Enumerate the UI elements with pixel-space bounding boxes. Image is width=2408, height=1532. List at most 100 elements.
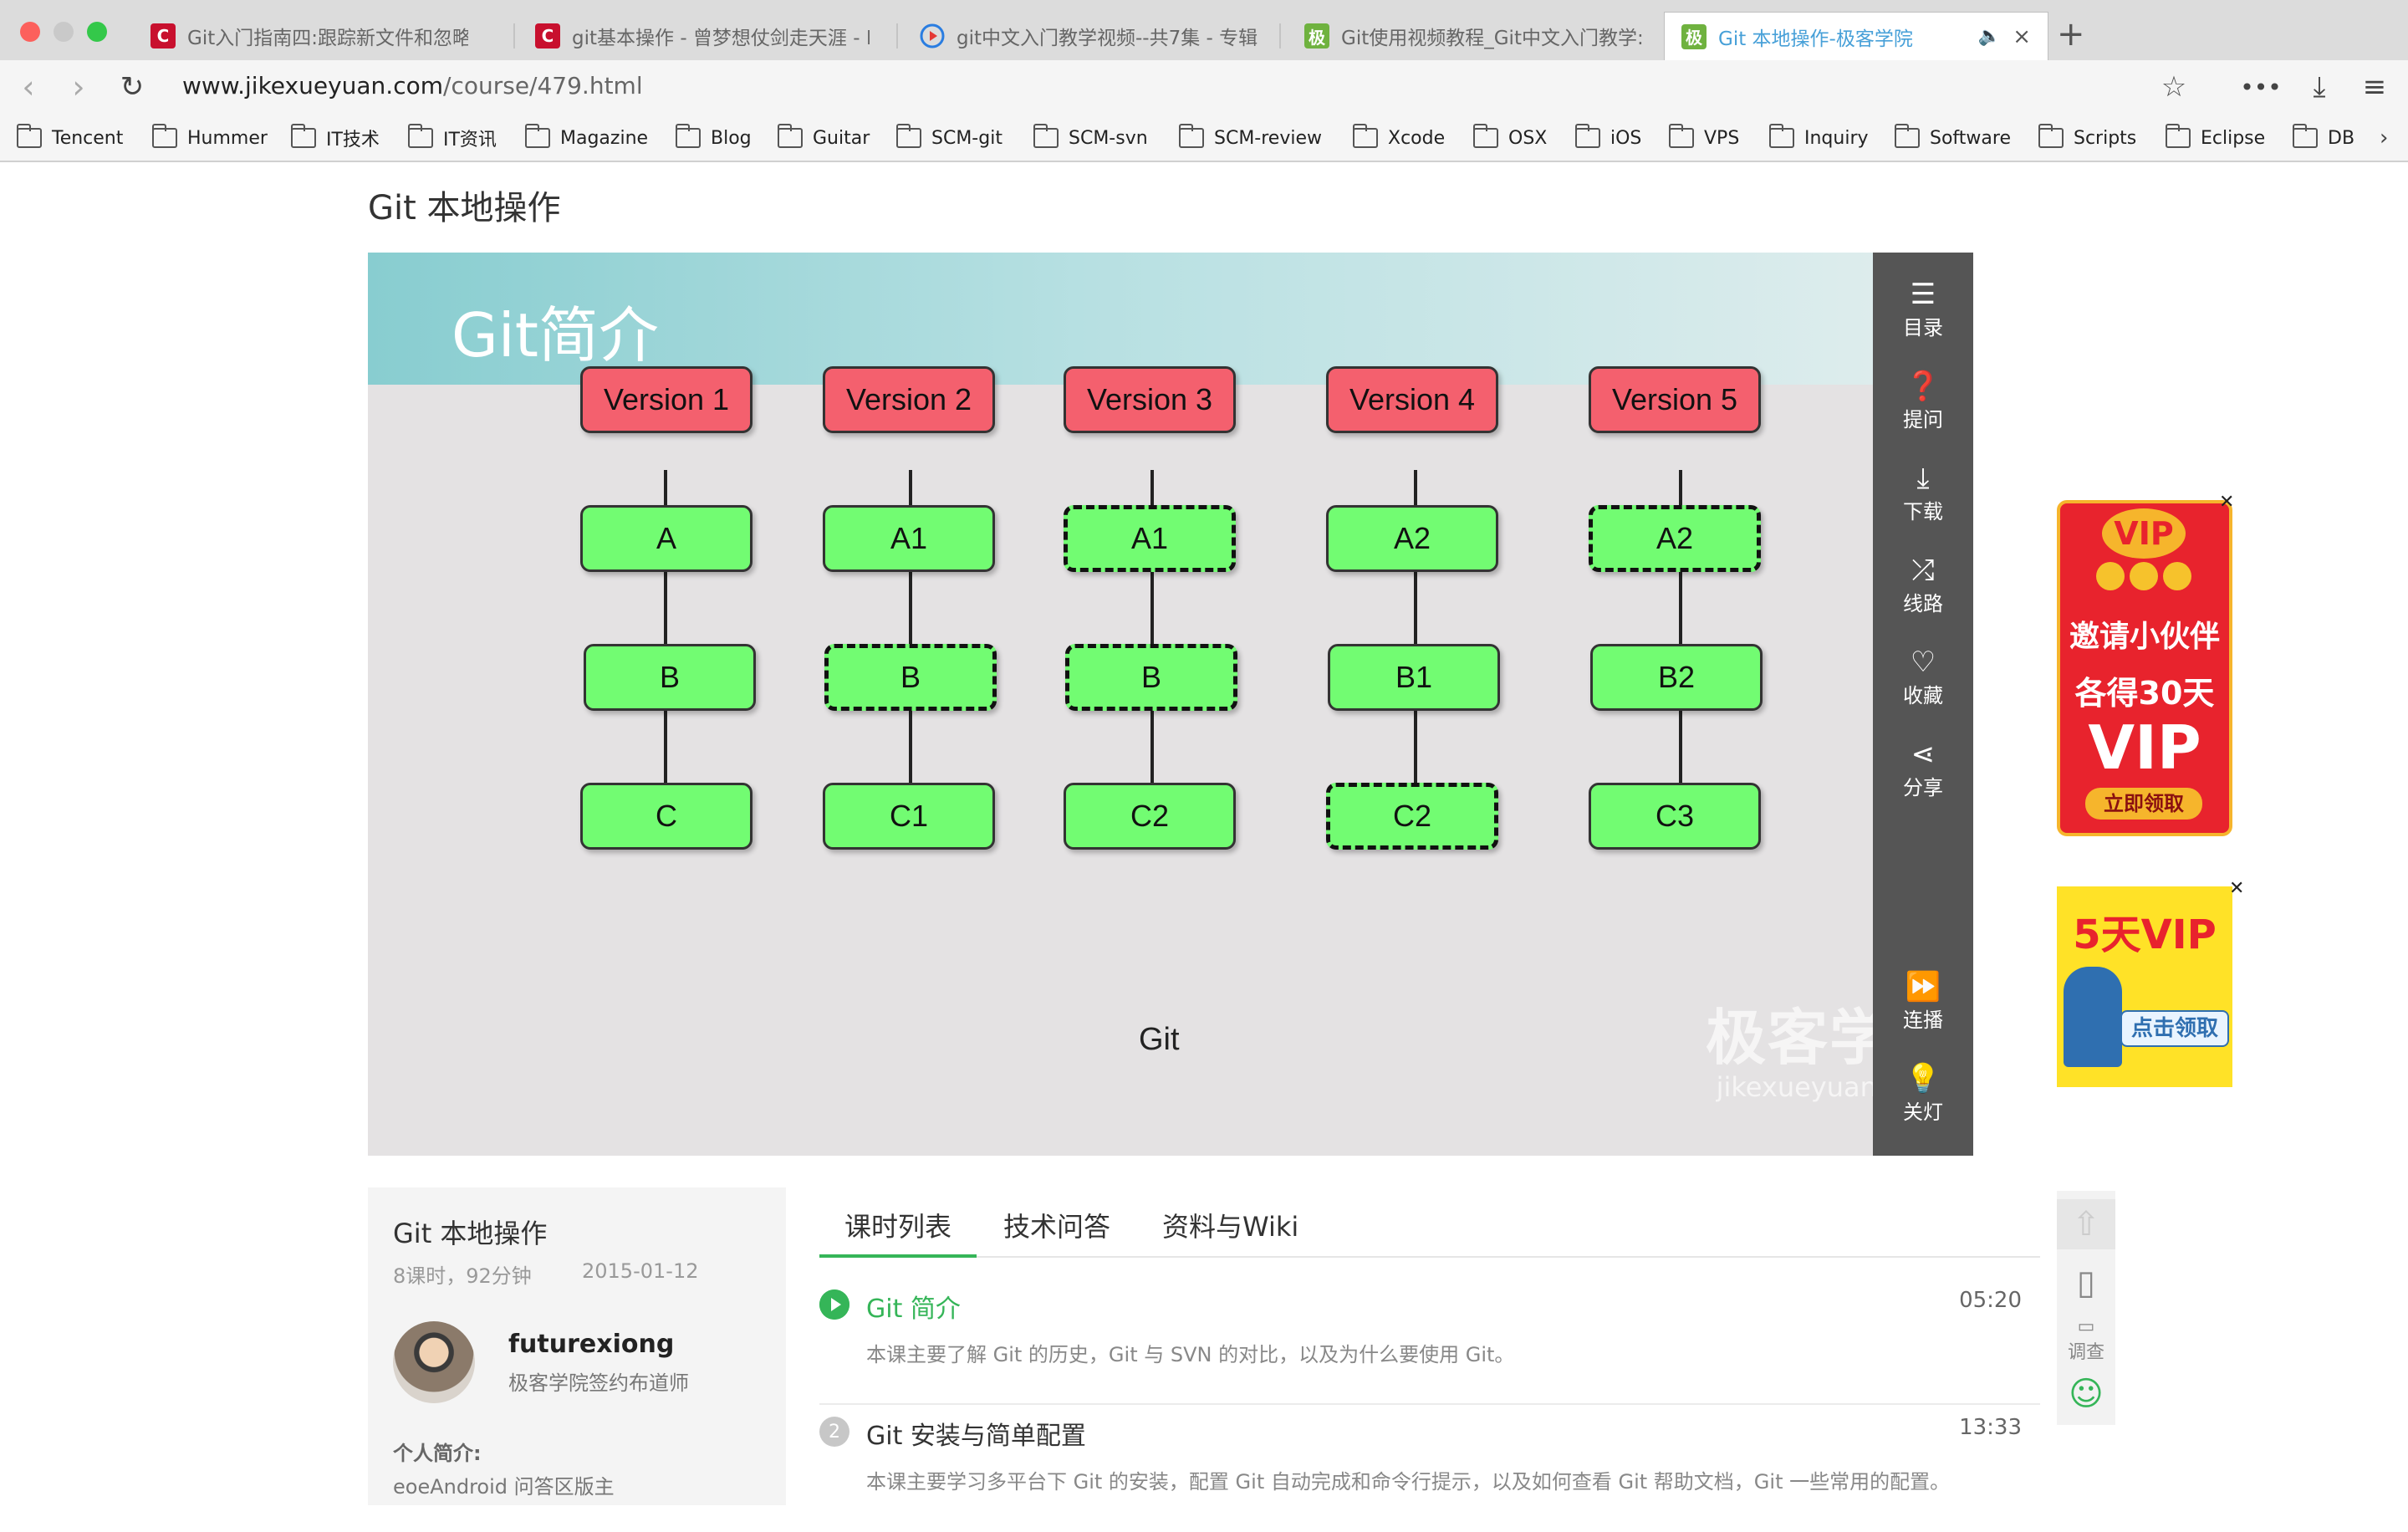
file-node-unchanged: C2	[1326, 783, 1498, 850]
browser-tab-active[interactable]: 极 Git 本地操作-极客学院 🔈 ×	[1664, 12, 2048, 60]
lesson-item[interactable]: Git 简介 05:20 本课主要了解 Git 的历史，Git 与 SVN 的对…	[819, 1279, 2040, 1405]
share-button[interactable]: ⋖ 分享	[1873, 738, 1973, 800]
version-2-box: Version 2	[823, 366, 995, 433]
catalog-button[interactable]: ☰ 目录	[1873, 278, 1973, 340]
bookmark-folder[interactable]: SCM-svn	[1033, 124, 1148, 151]
claim-button[interactable]: 立即领取	[2085, 788, 2202, 820]
bookmark-folder[interactable]: Software	[1895, 124, 2011, 151]
heart-icon: ♡	[1910, 646, 1936, 679]
lesson-description: 本课主要了解 Git 的历史，Git 与 SVN 的对比，以及为什么要使用 Gi…	[866, 1343, 1515, 1366]
bookmark-folder[interactable]: VPS	[1669, 124, 1739, 151]
jikexueyuan-icon: 极	[1681, 23, 1707, 49]
lights-off-button[interactable]: 💡 关灯	[1873, 1062, 1973, 1125]
browser-tab[interactable]: C git基本操作 - 曾梦想仗剑走天涯 - I	[518, 12, 886, 60]
play-icon	[819, 1289, 849, 1320]
lesson-description: 本课主要学习多平台下 Git 的安装，配置 Git 自动完成和命令行提示，以及如…	[866, 1470, 1951, 1494]
folder-icon	[1895, 124, 1920, 148]
lesson-item[interactable]: 2 Git 安装与简单配置 13:33 本课主要学习多平台下 Git 的安装，配…	[819, 1407, 2040, 1532]
lesson-title[interactable]: Git 简介	[866, 1288, 961, 1325]
route-button[interactable]: ⤮ 线路	[1873, 554, 1973, 616]
chevron-right-icon[interactable]: ›	[2380, 125, 2388, 151]
browser-tab[interactable]: git中文入门教学视频--共7集 - 专辑	[903, 12, 1288, 60]
five-day-vip-ad[interactable]: 5天VIP 点击领取	[2057, 886, 2232, 1087]
avatar[interactable]	[393, 1321, 475, 1403]
close-ad-icon[interactable]: ✕	[2219, 492, 2234, 513]
smile-icon[interactable]: ☺	[2057, 1375, 2115, 1413]
version-5-box: Version 5	[1589, 366, 1761, 433]
bookmark-folder[interactable]: IT技术	[291, 124, 380, 151]
autoplay-button[interactable]: ⏩ 连播	[1873, 970, 1973, 1033]
ask-button[interactable]: ❓ 提问	[1873, 370, 1973, 432]
bookmark-folder[interactable]: Guitar	[778, 124, 870, 151]
folder-icon	[1575, 124, 1600, 148]
download-video-button[interactable]: ⤓ 下载	[1873, 462, 1973, 524]
browser-tab[interactable]: 极 Git使用视频教程_Git中文入门教学:	[1288, 12, 1664, 60]
lesson-duration: 05:20	[1959, 1288, 2022, 1313]
bookmark-folder[interactable]: Xcode	[1353, 124, 1445, 151]
bookmark-folder[interactable]: DB	[2293, 124, 2354, 151]
folder-icon	[778, 124, 803, 148]
folder-icon	[1769, 124, 1794, 148]
share-icon: ⋖	[1911, 738, 1936, 771]
url-field[interactable]: www.jikexueyuan.com/course/479.html	[182, 72, 643, 100]
file-node: B2	[1590, 644, 1763, 711]
tab-wiki[interactable]: 资料与Wiki	[1137, 1206, 1324, 1258]
favorite-button[interactable]: ♡ 收藏	[1873, 646, 1973, 708]
star-icon[interactable]: ☆	[2154, 67, 2194, 107]
folder-icon	[1033, 124, 1059, 148]
video-play-icon	[920, 23, 945, 49]
question-icon: ❓	[1905, 370, 1941, 403]
file-node: B	[584, 644, 756, 711]
bookmark-folder[interactable]: iOS	[1575, 124, 1641, 151]
folder-icon	[1473, 124, 1498, 148]
back-button[interactable]: ‹	[8, 67, 48, 107]
back-to-top-icon[interactable]: ⇧	[2057, 1199, 2115, 1249]
survey-button[interactable]: ▭ 调查	[2057, 1316, 2115, 1364]
course-tabs: 课时列表 技术问答 资料与Wiki	[819, 1187, 2040, 1258]
bio-label: 个人简介:	[393, 1442, 482, 1465]
player-side-toolbar: ☰ 目录 ❓ 提问 ⤓ 下载 ⤮ 线路 ♡ 收藏 ⋖ 分享 ⏩ 连播 💡 关灯	[1873, 253, 1973, 1156]
bookmark-folder[interactable]: Scripts	[2038, 124, 2136, 151]
reload-icon[interactable]: ↻	[112, 67, 152, 107]
close-window-button[interactable]	[20, 22, 40, 42]
bookmark-folder[interactable]: OSX	[1473, 124, 1547, 151]
file-node: A1	[823, 505, 995, 572]
tab-lessons[interactable]: 课时列表	[819, 1206, 977, 1258]
speaker-icon[interactable]: 🔈	[1978, 26, 2001, 47]
bookmark-folder[interactable]: SCM-git	[896, 124, 1002, 151]
browser-tab[interactable]: C Git入门指南四:跟踪新文件和忽略某	[134, 12, 485, 60]
bookmark-folder[interactable]: Magazine	[525, 124, 648, 151]
bookmark-folder[interactable]: Hummer	[152, 124, 268, 151]
teacher-name[interactable]: futurexiong	[508, 1330, 674, 1359]
bookmark-folder[interactable]: IT资讯	[408, 124, 497, 151]
download-icon[interactable]: ⤓	[2299, 67, 2339, 107]
chat-icon: ▭	[2077, 1316, 2095, 1337]
folder-icon	[676, 124, 701, 148]
close-tab-icon[interactable]: ×	[2013, 24, 2031, 49]
zoom-window-button[interactable]	[87, 22, 107, 42]
new-tab-button[interactable]: +	[2057, 15, 2085, 54]
minimize-window-button[interactable]	[54, 22, 74, 42]
video-player[interactable]: Git简介 Version 1 A B C Version 2 A1 B C1 …	[368, 253, 1973, 1156]
forward-button[interactable]: ›	[59, 67, 99, 107]
tab-qa[interactable]: 技术问答	[978, 1206, 1135, 1258]
lesson-duration: 13:33	[1959, 1415, 2022, 1440]
mobile-icon[interactable]: ▯	[2057, 1258, 2115, 1308]
folder-icon	[17, 124, 42, 148]
file-node-unchanged: A1	[1064, 505, 1236, 572]
bookmark-folder[interactable]: SCM-review	[1179, 124, 1322, 151]
close-ad-icon[interactable]: ✕	[2229, 878, 2244, 899]
csdn-icon: C	[535, 23, 560, 49]
file-node-unchanged: B	[824, 644, 997, 711]
bookmark-folder[interactable]: Inquiry	[1769, 124, 1869, 151]
download-icon: ⤓	[1916, 462, 1930, 495]
version-4-box: Version 4	[1326, 366, 1498, 433]
menu-icon[interactable]: ≡	[2354, 67, 2395, 107]
lesson-title[interactable]: Git 安装与简单配置	[866, 1415, 1086, 1452]
more-icon[interactable]: •••	[2240, 67, 2282, 107]
folder-icon	[1353, 124, 1378, 148]
invite-vip-ad[interactable]: VIP 邀请小伙伴 各得30天 VIP 立即领取	[2057, 500, 2232, 836]
bookmark-folder[interactable]: Tencent	[17, 124, 123, 151]
bookmark-folder[interactable]: Eclipse	[2166, 124, 2265, 151]
bookmark-folder[interactable]: Blog	[676, 124, 752, 151]
